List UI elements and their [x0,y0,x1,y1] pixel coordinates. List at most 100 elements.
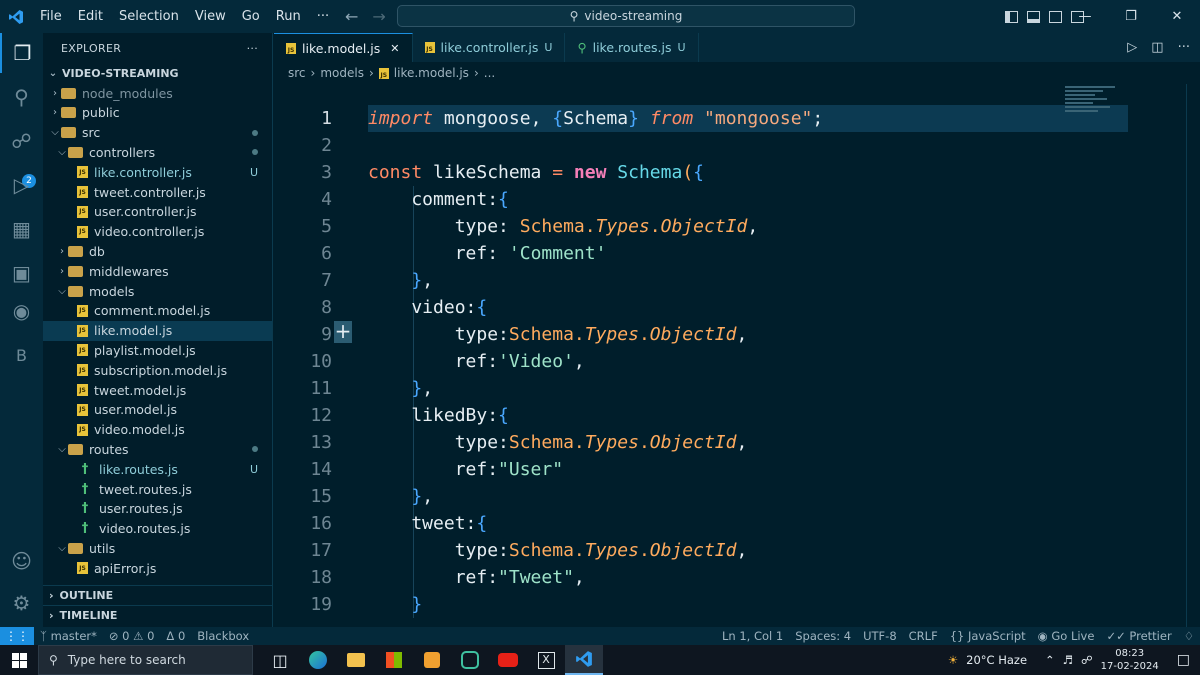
tray-expand-icon[interactable]: ⌃ [1045,653,1055,667]
menu-file[interactable]: File [32,0,70,33]
vertical-scrollbar[interactable] [1186,84,1200,627]
youtube-icon[interactable] [489,645,527,675]
run-debug-icon[interactable]: ▷ [0,165,43,205]
remote-indicator-icon[interactable]: ⋮⋮ [0,627,34,645]
taskbar-search-box[interactable]: ⚲ Type here to search [38,645,253,675]
explorer-item[interactable]: JS tweet.model.js [43,380,272,400]
add-comment-icon[interactable]: + [334,321,352,343]
branch-indicator[interactable]: ᛉ master* [34,629,103,643]
explorer-item[interactable]: JS like.model.js [43,320,272,341]
go-live-button[interactable]: ◉ Go Live [1032,629,1101,643]
cursor-position[interactable]: Ln 1, Col 1 [716,629,789,643]
accounts-icon[interactable]: ☺ [0,541,43,581]
explorer-item[interactable]: † video.routes.js [43,519,272,539]
media-player-icon[interactable] [413,645,451,675]
explorer-item[interactable]: › public [43,103,272,123]
menu-edit[interactable]: Edit [70,0,111,33]
toggle-primary-sidebar-icon[interactable] [1005,10,1018,23]
blackbox-icon[interactable]: B [0,335,43,375]
breadcrumb-src[interactable]: src [288,66,306,80]
file-explorer-icon[interactable] [337,645,375,675]
menu-view[interactable]: View [187,0,234,33]
explorer-item[interactable]: JS comment.model.js [43,301,272,321]
settings-gear-icon[interactable]: ⚙ [0,583,43,623]
weather-label[interactable]: 20°C Haze [966,653,1027,667]
explorer-item[interactable]: ⌵ models [43,281,272,301]
problems-indicator[interactable]: ⊘ 0 ⚠ 0 [103,629,161,643]
weather-icon[interactable]: ☀ [948,653,958,667]
github-icon[interactable]: ◉ [0,291,43,331]
tab-like-controller[interactable]: JS like.controller.js U [413,33,566,62]
run-file-icon[interactable]: ▷ [1127,40,1137,55]
workspace-root[interactable]: ⌄ VIDEO-STREAMING [43,63,272,83]
explorer-item[interactable]: † tweet.routes.js [43,479,272,499]
vscode-taskbar-icon[interactable] [565,645,603,675]
indentation[interactable]: Spaces: 4 [789,629,857,643]
explorer-item[interactable]: JS video.model.js [43,420,272,440]
language-mode[interactable]: {} JavaScript [944,629,1032,643]
more-actions-icon[interactable]: ··· [1178,40,1190,55]
explorer-item[interactable]: › middlewares [43,261,272,281]
forward-arrow-icon[interactable]: → [372,7,385,26]
tab-like-routes[interactable]: ⚲ like.routes.js U [565,33,699,62]
explorer-item[interactable]: JS like.controller.js U [43,162,272,182]
explorer-item[interactable]: JS subscription.model.js [43,360,272,380]
minimap[interactable] [1065,84,1128,130]
task-view-icon[interactable]: ◫ [261,645,299,675]
explorer-item[interactable]: JS video.controller.js [43,222,272,242]
explorer-item[interactable]: JS user.controller.js [43,202,272,222]
menu-more[interactable]: ··· [309,0,337,33]
explorer-item[interactable]: † user.routes.js [43,499,272,519]
notification-center-icon[interactable]: □ [1177,652,1190,668]
split-editor-icon[interactable]: ◫ [1151,40,1163,55]
explorer-item[interactable]: † like.routes.js U [43,459,272,479]
chat-app-icon[interactable] [451,645,489,675]
prettier-status[interactable]: ✓✓ Prettier [1100,629,1177,643]
explorer-item[interactable]: JS tweet.controller.js [43,182,272,202]
system-clock[interactable]: 08:23 17-02-2024 [1101,647,1159,673]
breadcrumb-models[interactable]: models [320,66,364,80]
extensions-icon[interactable]: ▦ [0,209,43,249]
line-ending[interactable]: CRLF [903,629,944,643]
explorer-item[interactable]: ⌵ utils [43,538,272,558]
explorer-icon[interactable]: ❐ [0,33,43,73]
menu-run[interactable]: Run [268,0,309,33]
close-window-button[interactable]: ✕ [1154,0,1200,33]
command-center-search[interactable]: ⚲ video-streaming [397,5,855,27]
edge-browser-icon[interactable] [299,645,337,675]
code-editor[interactable]: 1 2 3 4 5 6 7 8 9 10 11 12 13 14 15 16 17 18 19 + import m… [274,84,1200,627]
explorer-item[interactable]: ⌵ routes [43,439,272,459]
blackbox-status[interactable]: Blackbox [191,629,255,643]
explorer-item[interactable]: JS playlist.model.js [43,340,272,360]
restore-button[interactable]: ❐ [1108,0,1154,33]
windows-start-icon[interactable] [0,645,38,675]
notifications-bell-icon[interactable]: ♢ [1178,629,1200,643]
encoding[interactable]: UTF-8 [857,629,903,643]
volume-icon[interactable]: ♬ [1063,653,1073,667]
outline-section[interactable]: › OUTLINE [43,585,272,605]
source-control-icon[interactable]: ☍ [0,121,43,161]
explorer-item[interactable]: › node_modules [43,83,272,103]
timeline-section[interactable]: › TIMELINE [43,605,272,625]
close-icon[interactable]: ✕ [390,42,399,55]
tab-like-model[interactable]: JS like.model.js ✕ [274,33,413,62]
explorer-item[interactable]: ⌵ src [43,123,272,143]
back-arrow-icon[interactable]: ← [345,7,358,26]
explorer-item[interactable]: ⌵ controllers [43,142,272,162]
toggle-panel-icon[interactable] [1027,10,1040,23]
explorer-item[interactable]: JS apiError.js [43,558,272,578]
breadcrumb-symbol[interactable]: ... [484,66,495,80]
breadcrumb-file[interactable]: like.model.js [394,66,469,80]
remote-explorer-icon[interactable]: ▣ [0,253,43,293]
search-icon[interactable]: ⚲ [0,77,43,117]
minimize-button[interactable]: — [1062,0,1108,33]
microsoft-store-icon[interactable] [375,645,413,675]
menu-selection[interactable]: Selection [111,0,187,33]
toggle-secondary-sidebar-icon[interactable] [1049,10,1062,23]
ports-indicator[interactable]: Δ 0 [160,629,191,643]
explorer-more-actions[interactable]: ··· [247,42,258,55]
menu-go[interactable]: Go [234,0,268,33]
explorer-item[interactable]: › db [43,241,272,261]
network-icon[interactable]: ☍ [1081,653,1093,667]
explorer-item[interactable]: JS user.model.js [43,400,272,420]
